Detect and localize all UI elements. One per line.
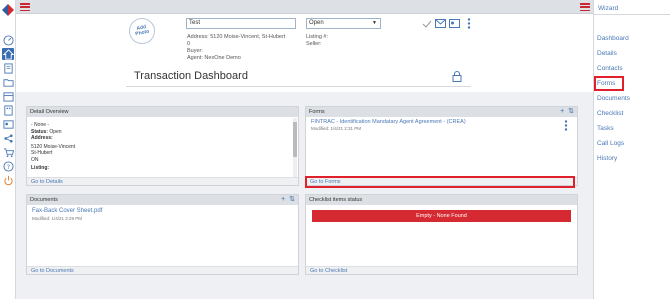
documents-header: Documents + ⇅: [27, 195, 298, 205]
add-form-icon[interactable]: +: [560, 108, 564, 115]
sort-documents-icon[interactable]: ⇅: [289, 196, 295, 203]
forms-header: Forms + ⇅: [306, 107, 577, 117]
detail-address-line3: ON: [31, 156, 39, 163]
title-divider: [126, 86, 471, 87]
contact-card-header-icon[interactable]: [449, 19, 460, 28]
share-icon[interactable]: [2, 132, 14, 144]
add-document-icon[interactable]: +: [281, 196, 285, 203]
documents-panel: Documents + ⇅ Fax-Back Cover Sheet.pdf M…: [26, 194, 299, 275]
wizard-forms-highlight: [594, 76, 624, 91]
detail-overview-header: Detail Overview: [27, 107, 298, 117]
header-agent: Agent: NexOne Demo: [187, 55, 241, 61]
wizard-divider: [594, 14, 670, 15]
contact-card-icon[interactable]: [2, 118, 14, 130]
app-logo-icon[interactable]: [2, 4, 14, 16]
form-item-more-icon[interactable]: [564, 120, 568, 131]
power-icon[interactable]: [2, 174, 14, 186]
home-icon[interactable]: [2, 48, 14, 60]
go-to-details-link[interactable]: Go to Details: [27, 177, 298, 185]
detail-status-value: Open: [49, 128, 62, 135]
wizard-item-call-logs[interactable]: Call Logs: [597, 140, 624, 147]
main-content: Add Photo Test Open ▼ Address: 5120 Mois…: [16, 14, 593, 299]
wizard-item-contacts[interactable]: Contacts: [597, 65, 623, 72]
detail-listing-label-text: Listing:: [31, 165, 50, 171]
document-icon[interactable]: [2, 62, 14, 74]
detail-overview-panel: Detail Overview - None - Status: Open Ad…: [26, 106, 299, 186]
transaction-header: Add Photo Test Open ▼ Address: 5120 Mois…: [16, 14, 593, 92]
left-nav-bar: ?: [0, 0, 16, 299]
documents-actions: + ⇅: [281, 195, 295, 205]
email-icon[interactable]: [435, 19, 446, 28]
go-to-documents-link[interactable]: Go to Documents: [27, 266, 298, 274]
detail-address-label: Address:: [31, 135, 75, 142]
go-to-forms-highlight: [305, 176, 575, 188]
add-photo-avatar[interactable]: Add Photo: [129, 18, 155, 44]
detail-scrollbar[interactable]: [293, 118, 297, 178]
cart-icon[interactable]: [2, 146, 14, 158]
header-seller: Seller:: [306, 41, 322, 47]
checkmark-icon[interactable]: [422, 20, 432, 28]
wizard-item-dashboard[interactable]: Dashboard: [597, 35, 629, 42]
header-listing: Listing #:: [306, 34, 329, 40]
header-address: Address: 5120 Moise-Vincent, St-Hubert: [187, 34, 286, 40]
detail-overview-body: - None - Status: Open Address: 5120 Mois…: [31, 122, 75, 172]
header-address-extra: 0: [187, 41, 191, 47]
checklist-header: Checklist items status: [306, 195, 577, 205]
wizard-item-checklist[interactable]: Checklist: [597, 110, 623, 117]
dashboard-gauge-icon[interactable]: [2, 34, 14, 46]
lock-icon[interactable]: [452, 71, 462, 82]
wizard-item-documents[interactable]: Documents: [597, 95, 630, 102]
form-item-modified: Modified: 1/4/21 2:31 PM: [311, 126, 362, 131]
detail-address-label-text: Address:: [31, 135, 53, 141]
sort-forms-icon[interactable]: ⇅: [568, 108, 574, 115]
status-select[interactable]: Open ▼: [306, 18, 381, 29]
wizard-item-details[interactable]: Details: [597, 50, 617, 57]
top-bar: [16, 0, 593, 14]
forms-actions: + ⇅: [560, 107, 574, 117]
avatar-label: Add Photo: [134, 24, 150, 38]
wizard-item-history[interactable]: History: [597, 155, 617, 162]
form-item-link[interactable]: FINTRAC - Identification Mandatary Agent…: [311, 119, 466, 125]
forms-panel: Forms + ⇅ FINTRAC - Identification Manda…: [305, 106, 578, 186]
wizard-item-tasks[interactable]: Tasks: [597, 125, 614, 132]
page-title: Transaction Dashboard: [134, 70, 248, 82]
documents-title: Documents: [30, 197, 58, 203]
status-select-value: Open: [309, 20, 324, 26]
transaction-name-input[interactable]: Test: [186, 18, 296, 29]
right-menu-toggle-icon[interactable]: [580, 3, 590, 11]
menu-toggle-icon[interactable]: [20, 3, 30, 11]
document-item-modified: Modified: 1/4/21 2:29 PM: [32, 216, 83, 221]
folder-icon[interactable]: [2, 76, 14, 88]
header-buyer: Buyer:: [187, 48, 203, 54]
detail-status-label: Status:: [31, 128, 48, 135]
more-options-icon[interactable]: [467, 18, 471, 29]
forms-title: Forms: [309, 109, 325, 115]
building-icon[interactable]: [2, 104, 14, 116]
checklist-panel: Checklist items status Empty - None Foun…: [305, 194, 578, 275]
detail-listing-label: Listing:: [31, 165, 75, 172]
chevron-down-icon: ▼: [372, 20, 377, 26]
document-item-link[interactable]: Fax-Back Cover Sheet.pdf: [32, 208, 102, 214]
help-icon[interactable]: ?: [2, 160, 14, 172]
calendar-icon[interactable]: [2, 90, 14, 102]
checklist-empty-banner: Empty - None Found: [312, 210, 571, 222]
wizard-title: Wizard: [598, 5, 619, 12]
svg-text:?: ?: [6, 162, 9, 170]
wizard-sidebar: Wizard Dashboard Details Contacts Forms …: [593, 0, 670, 299]
go-to-checklist-link[interactable]: Go to Checklist: [306, 266, 577, 274]
